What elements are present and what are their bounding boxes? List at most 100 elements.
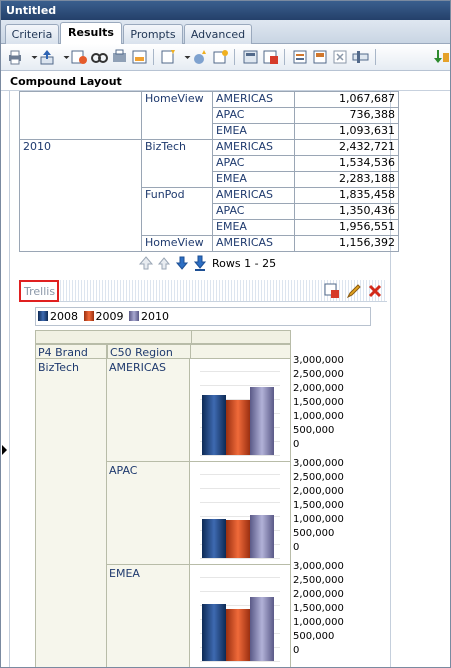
y-tick-label: 0 — [293, 645, 300, 656]
region-column-header: C50 Region — [107, 344, 191, 359]
value-cell: 2,283,188 — [294, 171, 399, 188]
bar-2008[interactable] — [202, 603, 226, 661]
region-cell: EMEA — [212, 171, 295, 188]
new-view-icon[interactable] — [159, 48, 178, 66]
y-tick-label: 500,000 — [293, 425, 335, 436]
app-window: Untitled Criteria Results Prompts Advanc… — [0, 0, 451, 668]
pivot-table: HomeView AMERICAS 1,067,687 APAC 736,388… — [19, 91, 399, 252]
region-cell: AMERICAS — [212, 91, 295, 108]
value-cell: 1,835,458 — [294, 187, 399, 204]
y-tick-label: 1,000,000 — [293, 617, 344, 628]
preview-icon[interactable] — [90, 48, 109, 66]
filter-icon[interactable] — [261, 48, 280, 66]
y-tick-label: 500,000 — [293, 528, 335, 539]
region-row-label: AMERICAS — [107, 359, 190, 462]
chevron-down-icon[interactable] — [25, 48, 38, 66]
legend-label: 2010 — [141, 310, 169, 323]
brand-column-header: P4 Brand — [35, 344, 107, 359]
download-icon[interactable] — [431, 48, 450, 66]
trellis-chart-panel — [190, 462, 291, 565]
properties-icon[interactable] — [211, 48, 230, 66]
legend-swatch-icon — [129, 311, 139, 321]
tab-advanced[interactable]: Advanced — [184, 24, 252, 44]
y-tick-label: 1,000,000 — [293, 411, 344, 422]
gridline — [200, 455, 280, 456]
splitter-arrow[interactable] — [2, 445, 7, 455]
trellis-title[interactable]: Trellis — [19, 280, 59, 302]
chart-column-header — [190, 344, 291, 359]
layout-content: HomeView AMERICAS 1,067,687 APAC 736,388… — [1, 91, 450, 667]
format-view-icon[interactable] — [324, 283, 340, 299]
gridline — [200, 502, 280, 503]
value-cell: 1,156,392 — [294, 235, 399, 252]
bar-chart — [200, 577, 280, 662]
chevron-down-icon[interactable] — [57, 48, 70, 66]
section-title: Compound Layout — [1, 71, 450, 91]
window-title: Untitled — [1, 1, 450, 20]
gridline — [200, 474, 280, 475]
first-page-icon[interactable] — [138, 255, 154, 271]
bar-2010[interactable] — [250, 597, 274, 661]
brand-cell: BizTech — [141, 139, 213, 188]
bar-2008[interactable] — [202, 518, 226, 558]
region-cell: AMERICAS — [212, 187, 295, 204]
region-cell: APAC — [212, 203, 295, 220]
trellis-actions — [322, 283, 383, 299]
edit-icon[interactable] — [346, 283, 362, 299]
gridline — [200, 661, 280, 662]
y-tick-label: 2,500,000 — [293, 369, 344, 380]
calculator-icon[interactable] — [241, 48, 260, 66]
layout-icon[interactable] — [130, 48, 149, 66]
year-cell: 2010 — [19, 139, 142, 252]
toolbar — [1, 44, 450, 71]
last-page-icon[interactable] — [192, 255, 208, 271]
y-tick-label: 3,000,000 — [293, 355, 344, 366]
region-cell: AMERICAS — [212, 235, 295, 252]
bar-chart — [200, 371, 280, 456]
bar-2010[interactable] — [250, 386, 274, 455]
remove-icon[interactable] — [331, 48, 350, 66]
brand-cell: FunPod — [141, 187, 213, 236]
save-icon[interactable] — [311, 48, 330, 66]
next-page-icon[interactable] — [174, 255, 190, 271]
bar-2009[interactable] — [226, 400, 250, 455]
region-cell: AMERICAS — [212, 139, 295, 156]
schedule-icon[interactable] — [70, 48, 89, 66]
tab-criteria[interactable]: Criteria — [5, 24, 59, 44]
tab-results[interactable]: Results — [60, 22, 122, 45]
add-view-icon[interactable] — [191, 48, 210, 66]
close-icon[interactable] — [367, 283, 383, 299]
export-icon[interactable] — [38, 48, 57, 66]
tab-prompts[interactable]: Prompts — [123, 24, 183, 44]
gridline — [200, 488, 280, 489]
region-row-label: APAC — [107, 462, 190, 565]
region-row-label: EMEA — [107, 565, 190, 667]
y-tick-label: 2,500,000 — [293, 472, 344, 483]
brand-cell: HomeView — [141, 235, 213, 252]
print-icon[interactable] — [6, 48, 25, 66]
region-cell: APAC — [212, 155, 295, 172]
trellis-view-header: Trellis — [19, 280, 387, 302]
previous-page-icon[interactable] — [156, 255, 172, 271]
gridline — [200, 558, 280, 559]
tab-bar: Criteria Results Prompts Advanced — [1, 20, 450, 45]
bar-2009[interactable] — [226, 520, 250, 558]
value-cell: 1,350,436 — [294, 203, 399, 220]
y-axis-labels: 3,000,000 2,500,000 2,000,000 1,500,000 1,00… — [291, 458, 371, 553]
settings-icon[interactable] — [351, 48, 370, 66]
region-cell: EMEA — [212, 123, 295, 140]
y-tick-label: 0 — [293, 542, 300, 553]
bar-2008[interactable] — [202, 394, 226, 455]
region-cell: APAC — [212, 107, 295, 124]
value-cell: 736,388 — [294, 107, 399, 124]
bar-2009[interactable] — [226, 609, 250, 661]
bar-chart — [200, 474, 280, 559]
y-tick-label: 1,500,000 — [293, 500, 344, 511]
y-tick-label: 3,000,000 — [293, 458, 344, 469]
edit-criteria-icon[interactable] — [291, 48, 310, 66]
bar-2010[interactable] — [250, 515, 274, 558]
y-tick-label: 2,000,000 — [293, 589, 344, 600]
legend-item: 2008 — [38, 310, 78, 323]
chevron-down-icon[interactable] — [178, 48, 191, 66]
printable-icon[interactable] — [110, 48, 129, 66]
